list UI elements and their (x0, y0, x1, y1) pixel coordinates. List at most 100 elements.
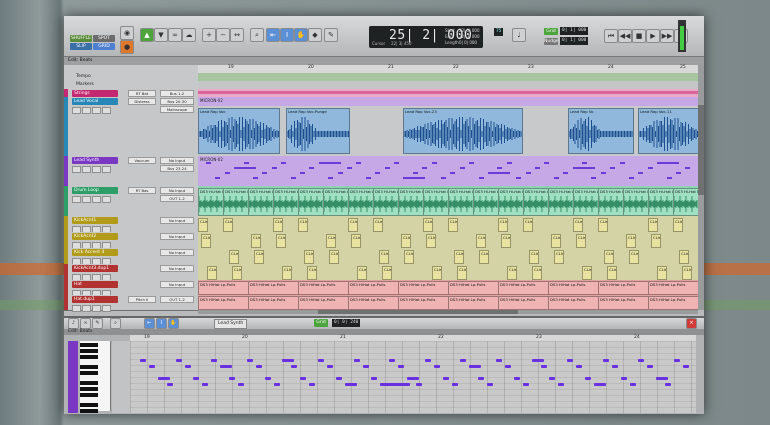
audio-clip[interactable]: Lead Rap Voc-23 (403, 108, 523, 154)
midi-note[interactable] (243, 162, 249, 164)
midi-note[interactable] (591, 177, 597, 179)
midi-note[interactable] (488, 172, 510, 174)
black-key[interactable] (80, 349, 98, 353)
kick-clip[interactable]: CLIs (251, 234, 261, 248)
kick-clip[interactable]: CLIs (673, 218, 683, 232)
io-selector[interactable]: No Input (160, 217, 194, 224)
shuffle-mode-button[interactable]: SHUFFLE (70, 35, 92, 42)
midi-note[interactable] (540, 365, 547, 368)
midi-note[interactable] (657, 162, 680, 164)
hat-clip[interactable]: DS3 HiHat Lp-Pulls (248, 296, 299, 310)
kick-clip[interactable]: CLIs (254, 250, 264, 264)
io-selector[interactable]: No Input (160, 249, 194, 256)
track-header[interactable]: Lead Synth Vaccum No Input Bus 23-24 (64, 156, 198, 187)
kick-clip[interactable]: CLIs (598, 218, 608, 232)
black-key[interactable] (80, 381, 98, 385)
down-arrow-icon[interactable]: ▼ (154, 28, 168, 42)
hat-clip[interactable]: DS3 HiHat Lp-Pulls (448, 296, 499, 310)
midi-note[interactable] (224, 172, 230, 174)
zoom-icon[interactable]: ⌕ (110, 318, 121, 329)
midi-note[interactable] (335, 377, 342, 380)
midi-note[interactable] (674, 359, 680, 362)
kick-clip[interactable]: CLIs (498, 218, 508, 232)
cloud-icon[interactable]: ☁ (182, 28, 196, 42)
up-arrow-icon[interactable]: ▲ (140, 28, 154, 42)
track-header[interactable]: Kick Accent 4 No Input (64, 248, 198, 265)
midi-note[interactable] (593, 383, 606, 386)
grabber-tool-icon[interactable]: ✋ (168, 318, 179, 329)
midi-note[interactable] (380, 383, 411, 386)
kick-clip[interactable]: CLIs (357, 266, 367, 280)
drum-clip[interactable]: DS3 Hi-Hat Lp-Pulls-Att (423, 188, 449, 216)
kick-clip[interactable]: CLIs (523, 218, 533, 232)
midi-note[interactable] (522, 383, 529, 386)
midi-note[interactable] (215, 177, 221, 179)
midi-note[interactable] (558, 383, 565, 386)
midi-note[interactable] (469, 365, 482, 368)
black-key[interactable] (80, 371, 98, 375)
drum-clip[interactable]: DS3 Hi-Hat Lp-Pulls-Att (198, 188, 224, 216)
hat-clip[interactable]: DS3 HiHat Lp-Pulls (198, 296, 249, 310)
midi-note[interactable] (193, 377, 200, 380)
track-name[interactable]: Kick Accent 4 (72, 249, 118, 256)
midi-note[interactable] (450, 172, 456, 174)
slip-mode-button[interactable]: SLIP (70, 43, 92, 50)
midi-note[interactable] (572, 167, 595, 169)
midi-note[interactable] (211, 359, 218, 362)
track-header[interactable]: Drum Loop RT Bas No Input OUT 1-2 (64, 186, 198, 217)
drum-clip[interactable]: DS3 Hi-Hat Lp-Pulls-Att (673, 188, 698, 216)
nudge-value[interactable]: 0| 1| 000 (560, 37, 589, 45)
kick-clip[interactable]: CLIs (507, 266, 517, 280)
close-icon[interactable]: × (686, 318, 697, 329)
midi-note[interactable] (237, 383, 244, 386)
midi-note[interactable] (318, 162, 341, 164)
midi-note[interactable] (264, 377, 271, 380)
kick-clip[interactable]: CLIs (476, 234, 486, 248)
midi-note[interactable] (300, 172, 305, 174)
midi-note[interactable] (676, 172, 681, 174)
kick-clip[interactable]: CLIs (232, 266, 242, 280)
audio-clip[interactable]: Lead Rap Voc (198, 108, 280, 154)
kick-clip[interactable]: CLIs (298, 218, 308, 232)
kick-clip[interactable]: CLIs (379, 250, 389, 264)
track-name[interactable]: Lead Vocal (72, 98, 118, 105)
vertical-scrollbar[interactable] (698, 65, 704, 310)
midi-note[interactable] (424, 359, 431, 362)
black-key[interactable] (80, 409, 98, 413)
midi-note[interactable] (300, 377, 307, 380)
kick-clip[interactable]: CLIs (626, 234, 636, 248)
kick-clip[interactable]: CLIs (273, 218, 283, 232)
midi-note[interactable] (389, 359, 396, 362)
hat-clip[interactable]: DS3 HiHat Lp-Pulls (648, 281, 698, 295)
output-selector[interactable]: OUT 1-2 (160, 195, 194, 202)
audio-clip[interactable]: Lead Rap Vo (568, 108, 634, 154)
kick-clip[interactable]: CLIs (529, 250, 539, 264)
bottom-grid-value[interactable]: 0| 0| 240 (332, 319, 361, 327)
midi-note[interactable] (347, 167, 352, 169)
piano-keyboard[interactable] (80, 341, 111, 413)
track-header[interactable]: Hat No Input (64, 280, 198, 297)
hat-clip[interactable]: DS3 HiHat Lp-Pulls (398, 296, 449, 310)
midi-note[interactable] (229, 377, 235, 380)
midi-note[interactable] (513, 377, 520, 380)
midi-note[interactable] (328, 177, 334, 179)
midi-note[interactable] (140, 359, 146, 362)
kick-clip[interactable]: CLIs (551, 234, 561, 248)
midi-note[interactable] (563, 172, 569, 174)
hat-clip[interactable]: DS3 HiHat Lp-Pulls (198, 281, 249, 295)
trim-tool-icon[interactable]: ⇤ (266, 28, 280, 42)
kick-clip[interactable]: CLIs (554, 250, 564, 264)
kick-clip[interactable]: CLIs (198, 218, 208, 232)
midi-note[interactable] (273, 383, 280, 386)
io-selector[interactable]: No Input (160, 233, 194, 240)
io-selector[interactable]: Bus 20-30 (160, 98, 194, 105)
selector-tool-icon[interactable]: I (156, 318, 167, 329)
rewind-icon[interactable]: ◀◀ (618, 29, 632, 43)
midi-note[interactable] (549, 377, 556, 380)
midi-note[interactable] (506, 162, 512, 164)
kick-clip[interactable]: CLIs (448, 218, 458, 232)
kick-clip[interactable]: CLIs (454, 250, 464, 264)
hat-clip[interactable]: DS3 HiHat Lp-Pulls (598, 281, 649, 295)
io-selector[interactable]: No Input (160, 265, 194, 272)
midi-note[interactable] (234, 167, 257, 169)
